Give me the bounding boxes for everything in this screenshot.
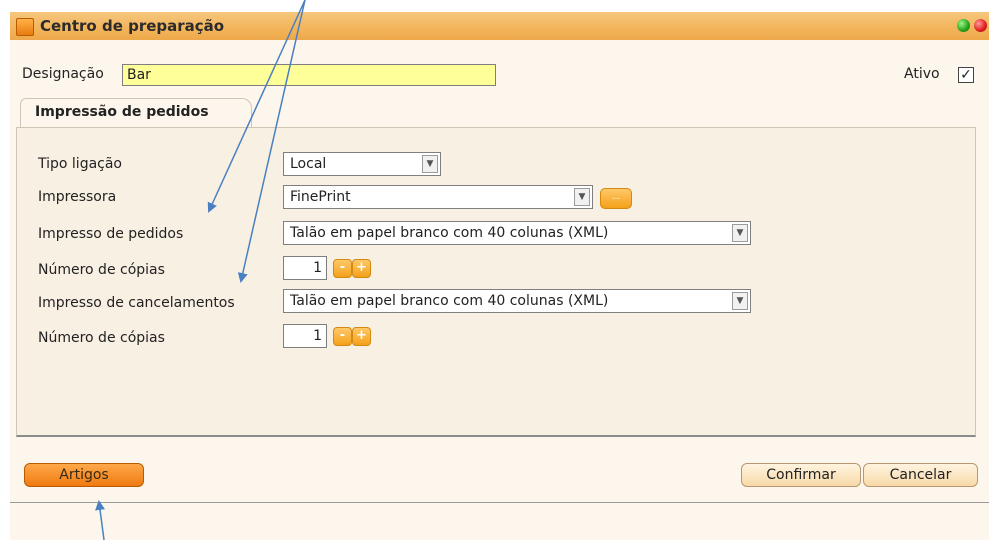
printer-browse-button[interactable]: ... [600,188,632,209]
printer-label: Impressora [38,189,117,205]
order-print-select[interactable]: Talão em papel branco com 40 colunas (XM… [283,221,751,245]
order-print-label: Impresso de pedidos [38,226,184,242]
cancel-button[interactable]: Cancelar [863,463,978,487]
confirm-button[interactable]: Confirmar [741,463,861,487]
folder-icon [16,18,34,36]
copies-label-2: Número de cópias [38,330,165,346]
articles-button[interactable]: Artigos [24,463,144,487]
chevron-down-icon[interactable]: ▼ [732,224,748,242]
window-title: Centro de preparação [40,17,225,35]
printer-select[interactable]: FinePrint ▼ [283,185,593,209]
green-circle-icon[interactable] [957,19,970,32]
designation-label: Designação [22,66,104,82]
increment-button-1[interactable]: + [352,259,371,278]
decrement-button-1[interactable]: - [333,259,352,278]
cancel-print-label: Impresso de cancelamentos [38,295,235,311]
order-printing-panel [16,127,976,437]
footer-separator [10,502,989,503]
tab-label: Impressão de pedidos [35,104,209,120]
connection-type-value: Local [290,156,327,172]
cancel-print-value: Talão em papel branco com 40 colunas (XM… [290,293,609,309]
decrement-button-2[interactable]: - [333,327,352,346]
active-label: Ativo [904,66,940,82]
red-circle-icon[interactable] [974,19,987,32]
copies-label-1: Número de cópias [38,262,165,278]
chevron-down-icon[interactable]: ▼ [422,155,438,173]
connection-type-label: Tipo ligação [38,156,122,172]
tab-order-printing[interactable]: Impressão de pedidos [20,98,252,128]
chevron-down-icon[interactable]: ▼ [574,188,590,206]
connection-type-select[interactable]: Local ▼ [283,152,441,176]
increment-button-2[interactable]: + [352,327,371,346]
designation-input[interactable]: Bar [122,64,496,86]
copies-input-2[interactable]: 1 [283,324,327,348]
title-bar[interactable]: Centro de preparação [10,12,989,40]
chevron-down-icon[interactable]: ▼ [732,292,748,310]
order-print-value: Talão em papel branco com 40 colunas (XM… [290,225,609,241]
printer-value: FinePrint [290,189,351,205]
copies-input-1[interactable]: 1 [283,256,327,280]
cancel-print-select[interactable]: Talão em papel branco com 40 colunas (XM… [283,289,751,313]
active-checkbox[interactable]: ✓ [958,67,974,83]
